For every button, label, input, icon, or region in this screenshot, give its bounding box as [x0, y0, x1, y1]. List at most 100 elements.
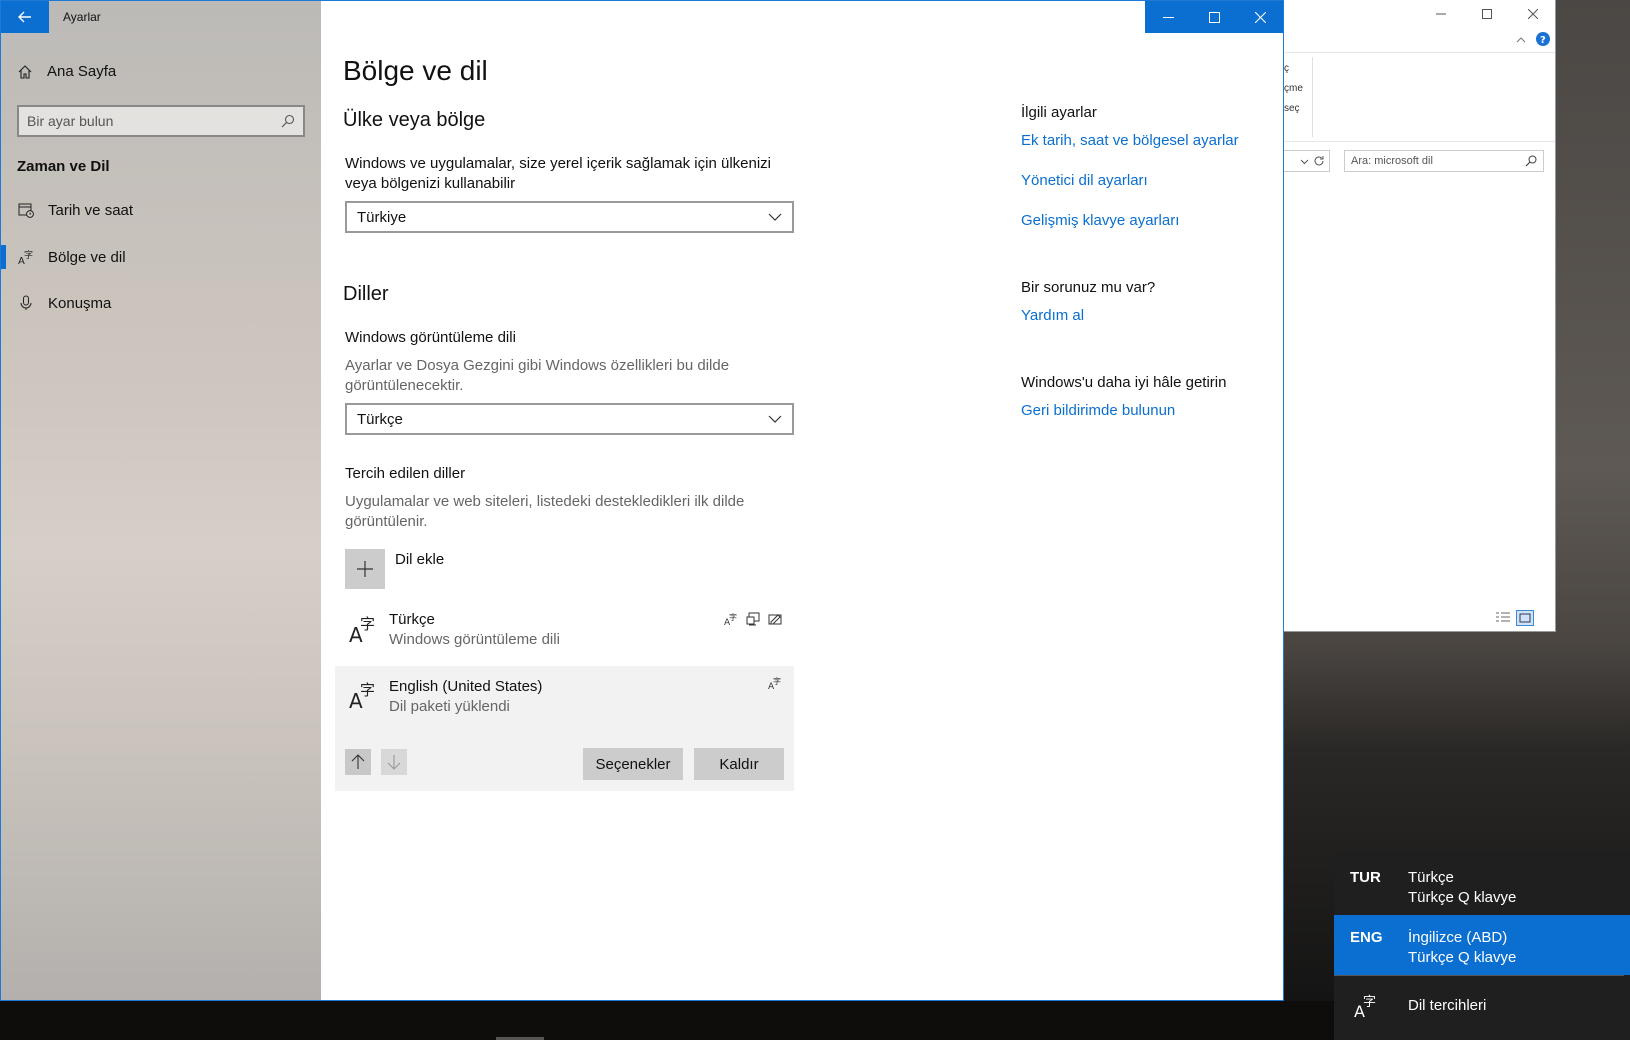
country-heading: Ülke veya bölge — [343, 109, 486, 131]
language-pack-icon: A字 — [724, 612, 737, 626]
explorer-title-bar: ? — [1284, 0, 1556, 46]
related-link-admin-language[interactable]: Yönetici dil ayarları — [1021, 172, 1148, 189]
ribbon-fragment[interactable]: seç — [1284, 103, 1300, 114]
refresh-icon[interactable] — [1313, 155, 1325, 167]
arrow-down-icon — [387, 755, 401, 770]
keyboard-layout: Türkçe Q klavye — [1408, 949, 1517, 966]
details-view-icon[interactable] — [1494, 610, 1512, 626]
language-item-english[interactable]: A字 English (United States) Dil paketi yü… — [335, 666, 794, 791]
plus-icon — [357, 561, 373, 577]
page-title: Bölge ve dil — [343, 55, 488, 86]
svg-text:字: 字 — [360, 681, 375, 699]
improve-heading: Windows'u daha iyi hâle getirin — [1021, 374, 1227, 391]
languages-heading: Diller — [343, 283, 389, 305]
input-language-item-eng[interactable]: ENG İngilizce (ABD) Türkçe Q klavye — [1334, 915, 1630, 975]
related-link-additional-settings[interactable]: Ek tarih, saat ve bölgesel ayarlar — [1021, 132, 1239, 149]
search-icon[interactable] — [1525, 155, 1537, 167]
active-indicator — [1, 245, 6, 269]
country-description: Windows ve uygulamalar, size yerel içeri… — [345, 155, 771, 192]
ribbon-divider — [1312, 57, 1313, 137]
chevron-down-icon[interactable] — [1300, 157, 1309, 166]
chevron-up-icon[interactable] — [1516, 36, 1526, 44]
nav-item-speech[interactable]: Konuşma — [1, 281, 321, 325]
language-preferences-link[interactable]: A字 Dil tercihleri — [1334, 977, 1630, 1037]
add-language-button[interactable]: Dil ekle — [345, 549, 444, 589]
minimize-icon — [1436, 13, 1446, 15]
chevron-down-icon — [768, 415, 782, 423]
help-icon[interactable]: ? — [1536, 32, 1550, 46]
display-language-selected: Türkçe — [357, 410, 403, 428]
remove-button[interactable]: Kaldır — [694, 748, 784, 780]
language-code: TUR — [1350, 869, 1381, 886]
display-language-label: Windows görüntüleme dili — [345, 329, 516, 346]
explorer-search-input[interactable] — [1351, 155, 1525, 167]
settings-window: Ayarlar Ana Sayfa Zaman ve Dil Tarih ve … — [0, 0, 1284, 1001]
back-button[interactable] — [1, 1, 49, 33]
nav-label: Tarih ve saat — [48, 201, 134, 219]
address-bar-end[interactable] — [1284, 150, 1330, 172]
language-name: Türkçe — [389, 611, 435, 628]
svg-text:字: 字 — [773, 676, 781, 686]
language-icon: A字 — [1354, 995, 1376, 1019]
taskbar — [0, 1001, 1334, 1040]
home-icon — [18, 64, 32, 79]
svg-text:字: 字 — [729, 612, 737, 622]
handwriting-icon — [768, 614, 782, 625]
language-icon: A字 — [18, 249, 34, 265]
language-description: Windows görüntüleme dili — [389, 631, 560, 648]
explorer-search[interactable] — [1344, 150, 1544, 172]
minimize-button[interactable] — [1145, 1, 1191, 33]
settings-content: Bölge ve dil Ülke veya bölge Windows ve … — [321, 1, 1283, 1000]
search-input[interactable] — [27, 113, 281, 129]
move-down-button[interactable] — [381, 749, 407, 775]
search-icon[interactable] — [281, 114, 295, 128]
minimize-icon — [1162, 16, 1174, 18]
language-preferences-label: Dil tercihleri — [1408, 997, 1487, 1014]
language-item-turkish[interactable]: A字 Türkçe Windows görüntüleme dili A字 — [335, 606, 794, 662]
ribbon-fragment[interactable]: ç — [1284, 63, 1289, 74]
arrow-up-icon — [351, 754, 365, 769]
explorer-ribbon: ç çme seç — [1284, 52, 1555, 142]
explorer-maximize-button[interactable] — [1464, 0, 1510, 28]
language-code: ENG — [1350, 929, 1383, 946]
settings-sidebar: Ayarlar Ana Sayfa Zaman ve Dil Tarih ve … — [1, 1, 321, 1000]
help-link[interactable]: Yardım al — [1021, 307, 1084, 324]
app-title: Ayarlar — [63, 10, 101, 24]
country-selected: Türkiye — [357, 208, 407, 226]
related-link-advanced-keyboard[interactable]: Gelişmiş klavye ayarları — [1021, 212, 1179, 229]
language-switcher-flyout: TUR Türkçe Türkçe Q klavye ENG İngilizce… — [1334, 851, 1630, 1040]
language-name: İngilizce (ABD) — [1408, 929, 1508, 946]
move-up-button[interactable] — [345, 749, 371, 775]
large-icons-view-icon[interactable] — [1516, 610, 1534, 626]
ribbon-fragment[interactable]: çme — [1284, 83, 1303, 94]
settings-search[interactable] — [17, 105, 305, 137]
options-button[interactable]: Seçenekler — [583, 748, 683, 780]
nav-item-region-language[interactable]: A字 Bölge ve dil — [1, 235, 321, 279]
related-settings-heading: İlgili ayarlar — [1021, 104, 1097, 121]
country-dropdown[interactable]: Türkiye — [345, 201, 794, 233]
explorer-close-button[interactable] — [1510, 0, 1556, 28]
input-language-item-tur[interactable]: TUR Türkçe Türkçe Q klavye — [1334, 855, 1630, 915]
flyout-divider — [1334, 975, 1624, 976]
explorer-minimize-button[interactable] — [1418, 0, 1464, 28]
home-link[interactable]: Ana Sayfa — [17, 63, 116, 80]
question-heading: Bir sorunuz mu var? — [1021, 279, 1156, 296]
display-icon — [746, 612, 760, 626]
home-label: Ana Sayfa — [47, 63, 117, 80]
language-pack-icon: A字 — [768, 676, 781, 690]
svg-text:字: 字 — [360, 615, 375, 633]
display-language-dropdown[interactable]: Türkçe — [345, 403, 794, 435]
maximize-button[interactable] — [1191, 1, 1237, 33]
maximize-icon — [1482, 9, 1492, 19]
preferred-languages-description: Uygulamalar ve web siteleri, listedeki d… — [345, 493, 745, 530]
close-icon — [1528, 9, 1538, 19]
nav-item-date-time[interactable]: Tarih ve saat — [1, 188, 321, 232]
feedback-link[interactable]: Geri bildirimde bulunun — [1021, 402, 1175, 419]
language-name: Türkçe — [1408, 869, 1454, 886]
chevron-down-icon — [768, 213, 782, 221]
window-controls — [1145, 1, 1283, 33]
add-language-tile[interactable] — [345, 549, 385, 589]
explorer-window: ? ç çme seç — [1284, 0, 1556, 632]
maximize-icon — [1208, 11, 1220, 23]
close-button[interactable] — [1237, 1, 1283, 33]
